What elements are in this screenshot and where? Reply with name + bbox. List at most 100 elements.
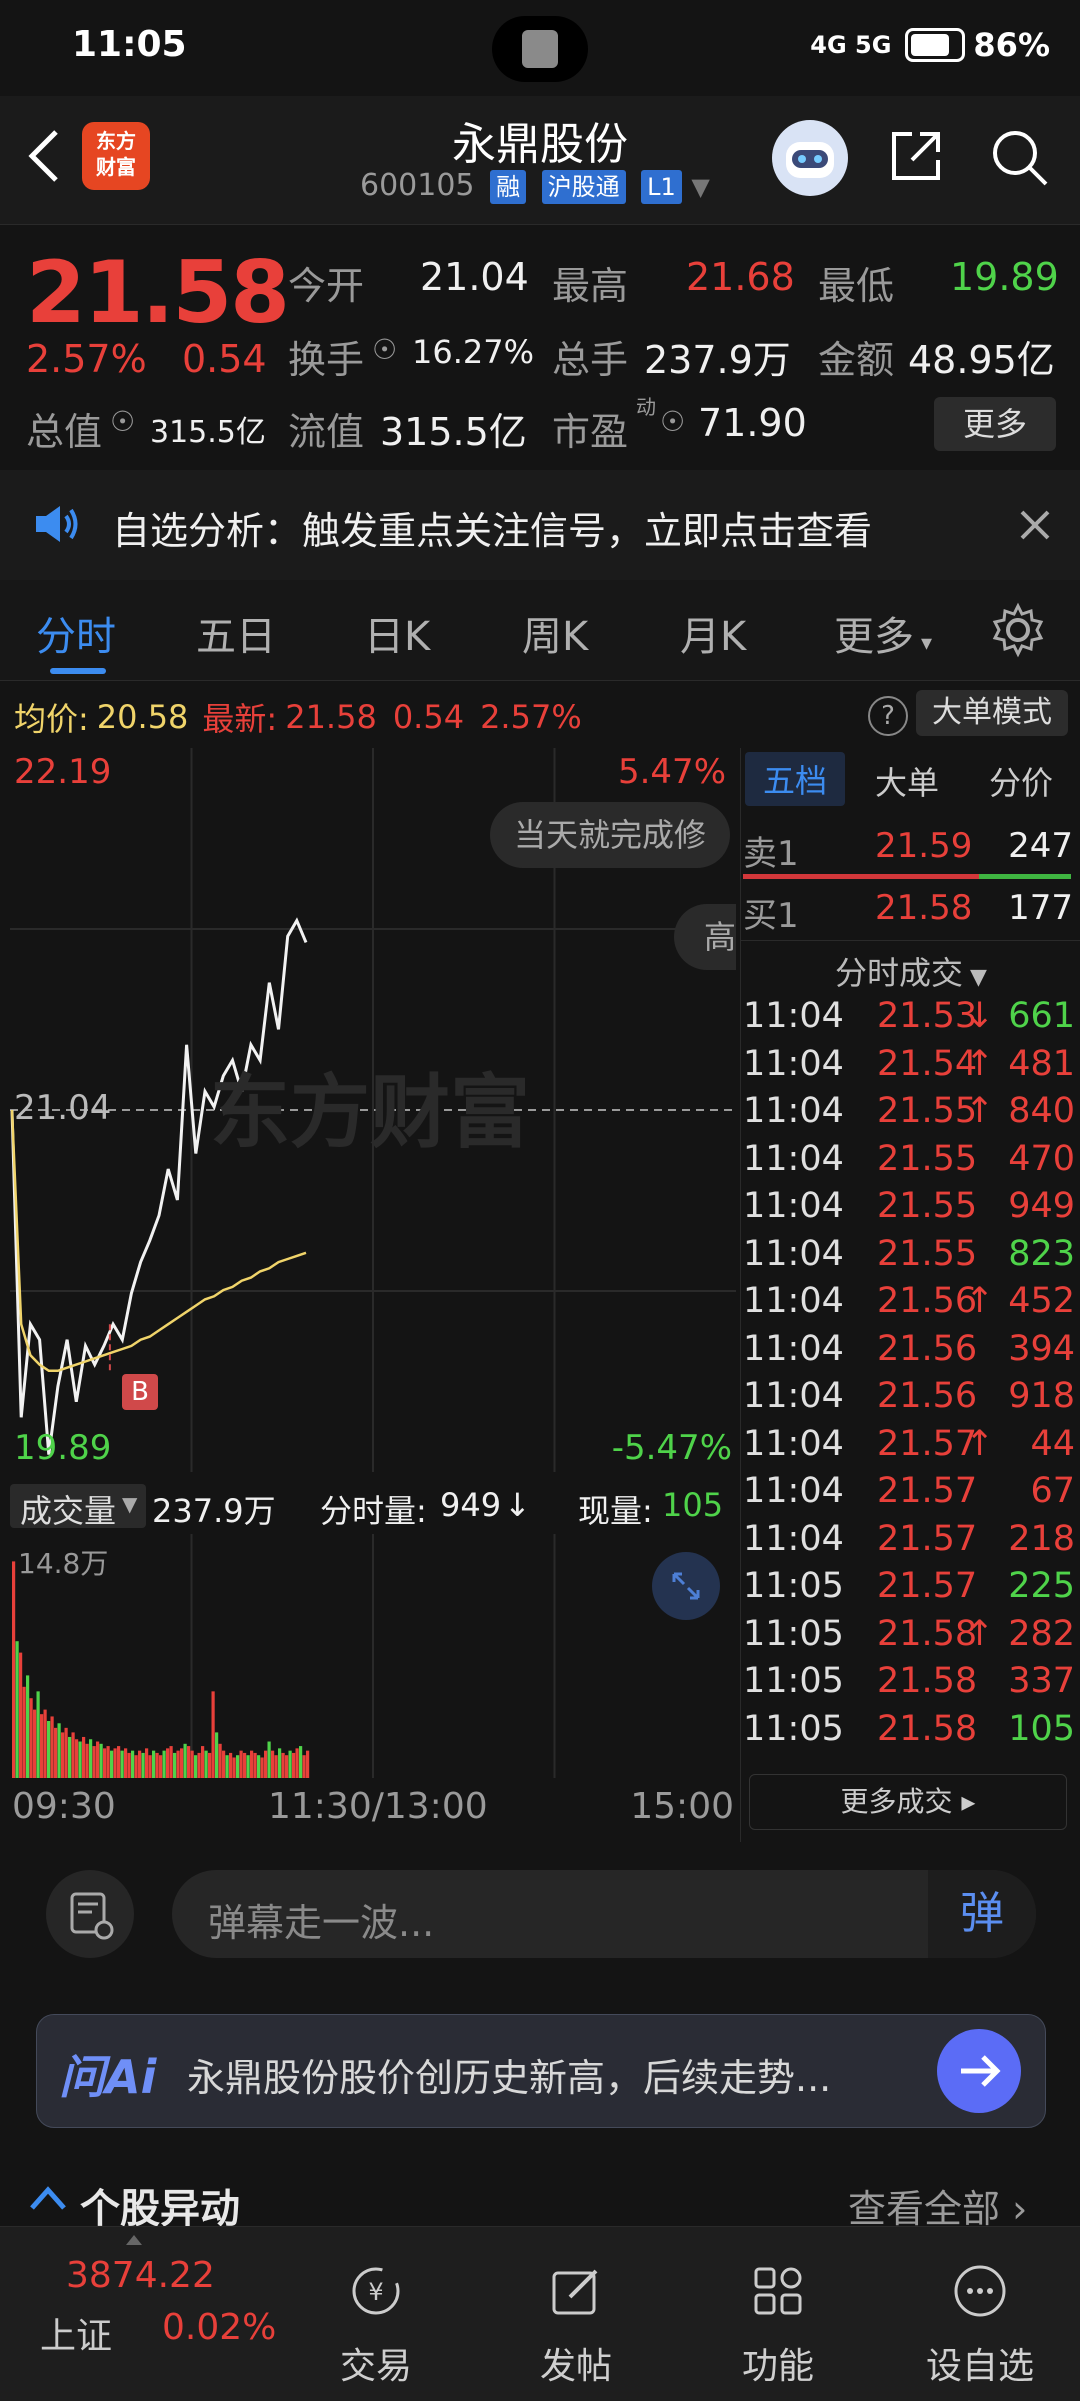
trade-arrow: ↓ xyxy=(965,996,994,1036)
comment-settings-icon[interactable] xyxy=(46,1870,134,1958)
volume-chart-svg xyxy=(10,1534,736,1778)
ask-ai-bar[interactable]: 问Ai 永鼎股份股价创历史新高，后续走势... xyxy=(36,2014,1046,2128)
tab-monthly-k[interactable]: 月K xyxy=(680,604,746,662)
trade-time: 11:05 xyxy=(743,1614,844,1654)
chart-tabs: 分时 五日 日K 周K 月K 更多 ▾ xyxy=(0,580,1080,681)
volume-bar xyxy=(75,1739,78,1778)
chart-tooltip-2[interactable]: 高 xyxy=(674,904,736,970)
nav-features[interactable]: 功能 xyxy=(708,2227,848,2401)
index-value: 3874.22 xyxy=(66,2255,215,2296)
trade-row: 11:0421.55↑840 xyxy=(743,1091,1075,1139)
trade-price: 21.57 xyxy=(877,1471,977,1511)
turnover-label: 换手 xyxy=(288,329,364,384)
status-bar: 11:05 4G 5G 86% xyxy=(0,0,1080,96)
big-order-mode-button[interactable]: 大单模式 xyxy=(916,690,1068,736)
volume-bar xyxy=(282,1753,285,1778)
tab-price-dist[interactable]: 分价 xyxy=(989,758,1053,804)
amount-value: 48.95亿 xyxy=(908,329,1055,384)
mktcap-label: 总值 xyxy=(26,401,102,456)
more-button[interactable]: 更多 xyxy=(934,397,1056,451)
volume-bar xyxy=(131,1751,134,1778)
volume-bar xyxy=(226,1755,229,1778)
trade-volume: 823 xyxy=(1008,1234,1075,1274)
gear-icon[interactable] xyxy=(990,602,1046,662)
trade-volume: 44 xyxy=(1030,1424,1075,1464)
volume-bar xyxy=(303,1755,306,1778)
share-icon[interactable] xyxy=(886,126,946,186)
trade-volume: 225 xyxy=(1008,1566,1075,1606)
time-axis: 09:30 11:30/13:00 15:00 xyxy=(10,1782,736,1832)
danmu-placeholder: 弹幕走一波... xyxy=(208,1892,434,1947)
trade-row: 11:0421.56918 xyxy=(743,1376,1075,1424)
robot-avatar-icon[interactable] xyxy=(772,120,848,196)
amount-label: 金额 xyxy=(818,329,894,384)
volume-bar xyxy=(54,1728,57,1778)
analysis-banner[interactable]: 自选分析：触发重点关注信号，立即点击查看 xyxy=(0,470,1080,580)
tab-five-level[interactable]: 五档 xyxy=(745,752,845,806)
trade-price: 21.54 xyxy=(877,1044,977,1084)
trade-row: 11:0521.58337 xyxy=(743,1661,1075,1709)
avg-value: 20.58 xyxy=(97,698,189,736)
buy-marker[interactable]: B xyxy=(122,1374,158,1410)
quote-panel: 21.58 2.57% 0.54 今开 21.04 最高 21.68 最低 19… xyxy=(0,224,1080,461)
expand-icon[interactable] xyxy=(652,1552,720,1620)
index-ticker[interactable]: 3874.22 上证 0.02% xyxy=(0,2227,270,2401)
time-axis-mid: 11:30/13:00 xyxy=(268,1786,488,1827)
camera-notch xyxy=(492,16,588,82)
chevron-up-icon[interactable] xyxy=(28,2184,68,2216)
bottom-pct-label: -5.47% xyxy=(612,1428,732,1468)
nav-add-watchlist[interactable]: 设自选 xyxy=(910,2227,1050,2401)
trade-volume: 394 xyxy=(1008,1329,1075,1369)
volume-bar xyxy=(180,1748,183,1778)
danmu-input[interactable]: 弹幕走一波... 弹 xyxy=(172,1870,1036,1958)
volume-bar xyxy=(145,1748,148,1778)
sell1-price: 21.59 xyxy=(875,826,972,866)
info-icon[interactable]: ☉ xyxy=(660,405,685,438)
volume-bar xyxy=(198,1753,201,1778)
trade-price: 21.57 xyxy=(877,1519,977,1559)
close-icon[interactable] xyxy=(1018,508,1052,546)
more-trades-button[interactable]: 更多成交 ▸ xyxy=(749,1774,1067,1830)
danmu-button[interactable]: 弹 xyxy=(928,1870,1036,1958)
nav-post[interactable]: 发帖 xyxy=(506,2227,646,2401)
nav-features-label: 功能 xyxy=(708,2337,848,2389)
search-icon[interactable] xyxy=(988,126,1050,188)
watermark: 东方财富 xyxy=(210,1048,530,1164)
tab-daily-k[interactable]: 日K xyxy=(364,604,430,662)
tab-five-day[interactable]: 五日 xyxy=(196,604,276,662)
volume-chart[interactable]: 14.8万 xyxy=(10,1534,736,1778)
volume-bar xyxy=(107,1746,110,1778)
trade-volume: 105 xyxy=(1008,1709,1075,1749)
volume-bar xyxy=(152,1751,155,1778)
tab-intraday[interactable]: 分时 xyxy=(36,604,116,662)
trade-time: 11:04 xyxy=(743,1376,844,1416)
stock-code-line[interactable]: 600105 融 沪股通 L1 ▼ xyxy=(360,168,710,204)
nav-trade[interactable]: ¥ 交易 xyxy=(306,2227,446,2401)
trade-time: 11:04 xyxy=(743,1329,844,1369)
current-volume-value: 105 xyxy=(662,1486,723,1524)
volume-bar xyxy=(124,1748,127,1778)
tab-weekly-k[interactable]: 周K xyxy=(522,604,588,662)
tick-volume-value: 949 xyxy=(440,1486,501,1524)
dropdown-icon[interactable]: ▼ xyxy=(691,173,709,201)
chart-tooltip[interactable]: 当天就完成修 xyxy=(490,802,730,868)
volume-bar xyxy=(177,1751,180,1778)
tab-big-order[interactable]: 大单 xyxy=(875,758,939,804)
trades-title[interactable]: 分时成交 ▼ xyxy=(741,948,1080,994)
trade-volume: 282 xyxy=(1008,1614,1075,1654)
volume-bar xyxy=(19,1653,22,1778)
info-icon[interactable]: ☉ xyxy=(110,405,135,438)
sell1-volume: 247 xyxy=(1008,826,1073,866)
tab-more[interactable]: 更多 ▾ xyxy=(834,604,932,662)
volume-bar xyxy=(30,1698,33,1778)
trade-time: 11:04 xyxy=(743,1091,844,1131)
trades-list: 11:0421.53↓66111:0421.54↑48111:0421.55↑8… xyxy=(741,996,1080,1766)
help-icon[interactable]: ? xyxy=(868,696,908,736)
arrow-right-icon[interactable] xyxy=(937,2029,1021,2113)
intraday-chart[interactable]: 22.19 5.47% 21.04 19.89 -5.47% 东方财富 当天就完… xyxy=(10,748,736,1472)
info-icon[interactable]: ☉ xyxy=(372,333,397,366)
trade-volume: 949 xyxy=(1008,1186,1075,1226)
top-pct-label: 5.47% xyxy=(618,752,726,792)
view-all-link[interactable]: 查看全部 › xyxy=(848,2178,1027,2233)
volume-dropdown[interactable]: 成交量 ▼ xyxy=(10,1484,146,1528)
